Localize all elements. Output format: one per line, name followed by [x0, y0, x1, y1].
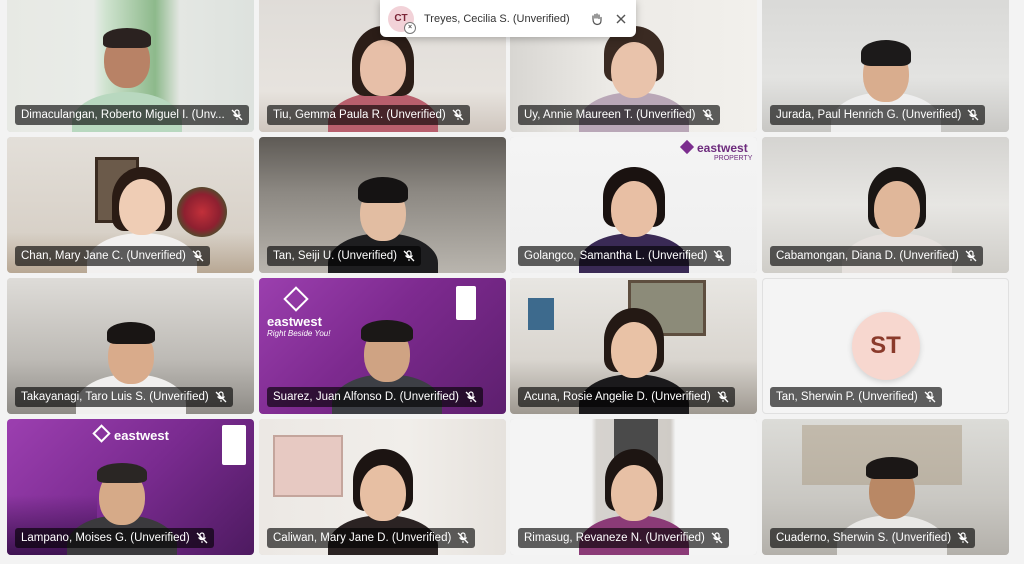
- participant-tile[interactable]: Caliwan, Mary Jane D. (Unverified): [259, 419, 506, 555]
- eastwest-logo: eastwest: [92, 424, 169, 443]
- notification-name: Treyes, Cecilia S. (Unverified): [424, 12, 570, 25]
- participant-name-label: Golangco, Samantha L. (Unverified): [518, 246, 732, 266]
- participant-name-label: Chan, Mary Jane C. (Unverified): [15, 246, 210, 266]
- video-grid: Dimaculangan, Roberto Miguel I. (Unv... …: [0, 0, 1024, 564]
- mic-muted-icon: [465, 391, 477, 403]
- participant-tile[interactable]: Cuaderno, Sherwin S. (Unverified): [762, 419, 1009, 555]
- avatar: CT ×: [388, 5, 416, 34]
- participant-name-label: Cabamongan, Diana D. (Unverified): [770, 246, 983, 266]
- participant-name-label: Rimasug, Revaneze N. (Unverified): [518, 528, 729, 548]
- mic-muted-icon: [403, 250, 415, 262]
- participant-name-label: Dimaculangan, Roberto Miguel I. (Unv...: [15, 105, 249, 125]
- participant-name-label: Lampano, Moises G. (Unverified): [15, 528, 214, 548]
- participant-name-label: Uy, Annie Maureen T. (Unverified): [518, 105, 720, 125]
- participant-name-label: Jurada, Paul Henrich G. (Unverified): [770, 105, 986, 125]
- eastwest-logo: eastwest Right Beside You!: [267, 286, 330, 338]
- mic-muted-icon: [231, 109, 243, 121]
- participant-tile[interactable]: Jurada, Paul Henrich G. (Unverified): [762, 0, 1009, 132]
- participant-tile[interactable]: Dimaculangan, Roberto Miguel I. (Unv...: [7, 0, 254, 132]
- mic-muted-icon: [967, 109, 979, 121]
- participant-tile[interactable]: Acuna, Rosie Angelie D. (Unverified): [510, 278, 757, 414]
- diamond-logo-icon: [679, 139, 695, 155]
- mic-muted-icon: [192, 250, 204, 262]
- eastwest-property-logo: eastwest PROPERTY: [679, 139, 752, 162]
- mic-muted-icon: [717, 391, 729, 403]
- participant-tile[interactable]: Chan, Mary Jane C. (Unverified): [7, 137, 254, 273]
- participant-notification[interactable]: CT × Treyes, Cecilia S. (Unverified): [380, 0, 636, 37]
- participant-tile[interactable]: Takayanagi, Taro Luis S. (Unverified): [7, 278, 254, 414]
- mic-muted-icon: [711, 532, 723, 544]
- participant-tile[interactable]: eastwest PROPERTY Golangco, Samantha L. …: [510, 137, 757, 273]
- raise-hand-icon[interactable]: [588, 10, 606, 28]
- diamond-logo-icon: [283, 286, 309, 312]
- close-icon[interactable]: [612, 10, 630, 28]
- participant-tile[interactable]: eastwest Lampano, Moises G. (Unverified): [7, 419, 254, 555]
- participant-name-label: Tiu, Gemma Paula R. (Unverified): [267, 105, 470, 125]
- mic-muted-icon: [196, 532, 208, 544]
- mic-muted-icon: [957, 532, 969, 544]
- mic-muted-icon: [702, 109, 714, 121]
- participant-tile[interactable]: ST Tan, Sherwin P. (Unverified): [762, 278, 1009, 414]
- participant-name-label: Takayanagi, Taro Luis S. (Unverified): [15, 387, 233, 407]
- mic-muted-icon: [452, 109, 464, 121]
- mic-muted-icon: [713, 250, 725, 262]
- participant-name-label: Suarez, Juan Alfonso D. (Unverified): [267, 387, 484, 407]
- diamond-logo-icon: [92, 424, 111, 443]
- participant-tile[interactable]: Tan, Seiji U. (Unverified): [259, 137, 506, 273]
- mic-muted-icon: [924, 391, 936, 403]
- participant-tile[interactable]: eastwest Right Beside You! Suarez, Juan …: [259, 278, 506, 414]
- certification-badge: [456, 286, 476, 320]
- participant-name-label: Acuna, Rosie Angelie D. (Unverified): [518, 387, 735, 407]
- participant-name-label: Cuaderno, Sherwin S. (Unverified): [770, 528, 976, 548]
- participant-tile[interactable]: Cabamongan, Diana D. (Unverified): [762, 137, 1009, 273]
- status-icon: ×: [404, 21, 416, 34]
- certification-badge: [222, 425, 246, 465]
- participant-name-label: Caliwan, Mary Jane D. (Unverified): [267, 528, 476, 548]
- wall-poster: [528, 298, 554, 330]
- participant-tile[interactable]: Rimasug, Revaneze N. (Unverified): [510, 419, 757, 555]
- mic-muted-icon: [215, 391, 227, 403]
- avatar: ST: [851, 312, 920, 380]
- participant-name-label: Tan, Sherwin P. (Unverified): [770, 387, 942, 407]
- participant-name-label: Tan, Seiji U. (Unverified): [267, 246, 421, 266]
- mic-muted-icon: [965, 250, 977, 262]
- mic-muted-icon: [457, 532, 469, 544]
